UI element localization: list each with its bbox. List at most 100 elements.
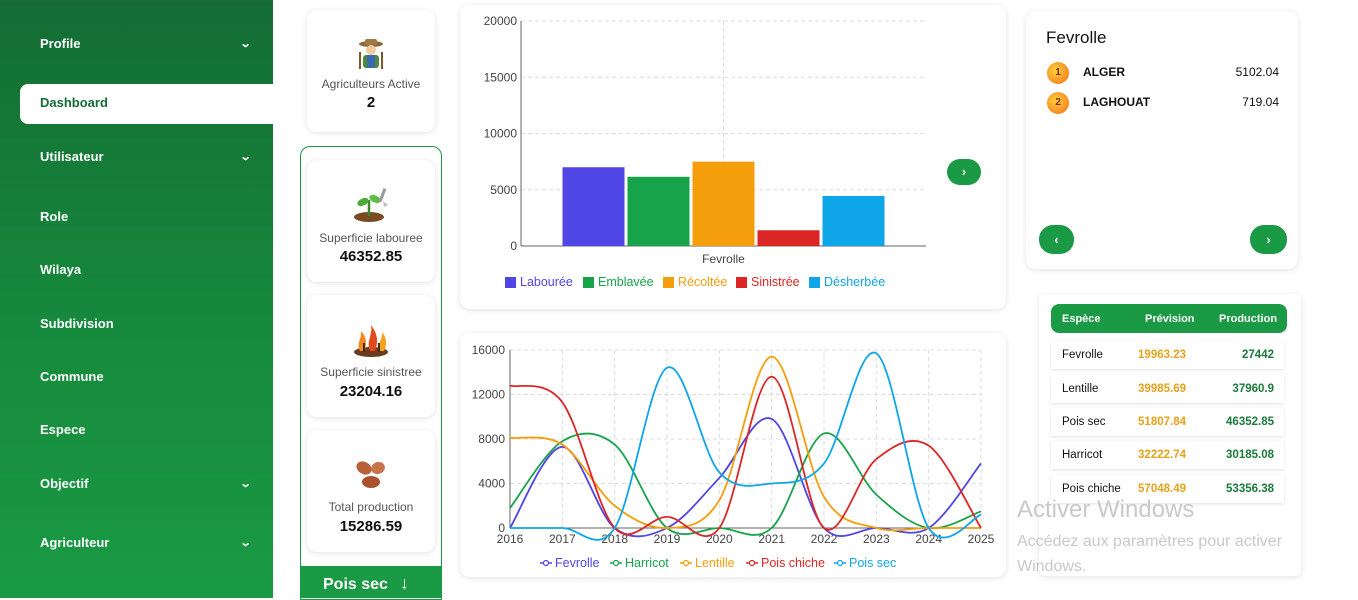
bar-emblavée <box>627 176 690 246</box>
stat-label: Superficie labouree <box>319 231 423 245</box>
stat-value: 46352.85 <box>339 248 403 265</box>
legend-marker <box>836 559 844 567</box>
next-chart-button[interactable]: › <box>947 159 981 185</box>
sidebar-item-label: Wilaya <box>40 262 82 277</box>
ranking-value: 719.04 <box>1242 95 1279 109</box>
bar-labourée <box>562 167 625 246</box>
cell-prevision: 39985.69 <box>1138 383 1186 395</box>
legend-label: Fevrolle <box>555 556 600 570</box>
bar-sinistrée <box>757 230 820 246</box>
ranking-next-button[interactable]: › <box>1250 225 1287 254</box>
cell-production: 37960.9 <box>1232 383 1274 395</box>
produce-icon <box>352 456 390 497</box>
cell-espece: Pois chiche <box>1062 483 1121 495</box>
bar-chart-card: 0 5000 10000 15000 20000 Fevrolle Labourée Embl… <box>460 5 1006 309</box>
bar-chart: 0 5000 10000 15000 20000 Fevrolle Labourée Embl… <box>484 14 926 289</box>
y-tick-label: 8000 <box>478 432 505 446</box>
sidebar-item-commune[interactable]: Commune <box>40 367 250 387</box>
legend-label: Lentille <box>695 556 735 570</box>
sidebar-item-agriculteur[interactable]: Agriculteur ⌄ <box>40 533 252 553</box>
cell-prevision: 32222.74 <box>1138 449 1186 461</box>
legend-label: Harricot <box>625 556 669 570</box>
activation-watermark-text: Accédez aux paramètres pour activer Wind… <box>1017 533 1283 575</box>
chevron-down-icon: ⌄ <box>239 151 252 163</box>
stat-card-superficie-labouree: Superficie labouree 46352.85 <box>307 160 435 282</box>
stat-label: Agriculteurs Active <box>321 77 421 91</box>
legend-swatch <box>736 277 747 288</box>
stat-card-agriculteurs: Agriculteurs Active 2 <box>307 10 435 132</box>
sidebar-item-utilisateur[interactable]: Utilisateur ⌄ <box>40 147 252 167</box>
cell-prevision: 51807.84 <box>1138 416 1186 428</box>
bar-désherbée <box>822 195 885 246</box>
x-tick-label: 2016 <box>497 532 524 546</box>
sidebar-item-role[interactable]: Role <box>40 207 250 227</box>
series-line-harricot <box>509 432 982 536</box>
y-tick-label: 15000 <box>484 70 518 84</box>
sidebar-item-profile[interactable]: Profile ⌄ <box>40 34 252 54</box>
cell-espece: Lentille <box>1062 383 1099 395</box>
wildfire-icon <box>352 321 390 362</box>
table-row: Harricot 32222.74 30185.08 <box>1051 441 1284 469</box>
ranking-prev-button[interactable]: ‹ <box>1039 225 1074 254</box>
chevron-down-icon: ⌄ <box>239 478 252 490</box>
y-tick-label: 4000 <box>478 477 505 491</box>
sidebar-item-espece[interactable]: Espece <box>40 420 250 440</box>
y-tick-label: 0 <box>510 239 517 253</box>
cell-espece: Harricot <box>1062 449 1103 461</box>
legend-label: Désherbée <box>824 275 885 289</box>
legend-label: Récoltée <box>678 275 727 289</box>
legend-label: Sinistrée <box>751 275 800 289</box>
chevron-down-icon: ⌄ <box>239 38 252 50</box>
stat-card-total-production: Total production 15286.59 <box>307 430 435 552</box>
table-row: Fevrolle 19963.23 27442 <box>1051 341 1284 369</box>
cell-production: 27442 <box>1242 349 1274 361</box>
table-header: Espèce Prévision Production <box>1051 304 1287 333</box>
sidebar-item-dashboard[interactable]: Dashboard <box>20 84 273 124</box>
column-header-production: Production <box>1219 313 1278 325</box>
x-tick-label: 2017 <box>549 532 576 546</box>
sidebar-item-label: Role <box>40 209 69 224</box>
legend-label: Pois chiche <box>761 556 825 570</box>
cell-espece: Pois sec <box>1062 416 1106 428</box>
series-line-fevrolle <box>509 417 982 538</box>
sidebar-item-label: Agriculteur <box>40 535 110 550</box>
sidebar-item-wilaya[interactable]: Wilaya <box>40 260 250 280</box>
legend-swatch <box>505 277 516 288</box>
sidebar-item-label: Objectif <box>40 476 89 491</box>
sidebar-item-label: Subdivision <box>40 316 114 331</box>
stat-value: 2 <box>366 94 376 111</box>
stat-card-superficie-sinistree: Superficie sinistree 23204.16 <box>307 295 435 417</box>
legend-label: Labourée <box>520 275 573 289</box>
cell-production: 53356.38 <box>1226 483 1274 495</box>
species-selector-label: Pois sec <box>323 576 388 593</box>
species-selector-button[interactable]: Pois sec ↓ <box>300 566 442 598</box>
y-tick-label: 10000 <box>484 127 518 141</box>
column-header-espece: Espèce <box>1062 313 1101 325</box>
x-tick-label: 2025 <box>968 532 995 546</box>
chevron-right-icon: › <box>961 164 967 179</box>
sidebar-item-objectif[interactable]: Objectif ⌄ <box>40 474 252 494</box>
legend-label: Pois sec <box>849 556 896 570</box>
sidebar-item-label: Espece <box>40 422 86 437</box>
sidebar-item-label: Dashboard <box>40 95 108 110</box>
sidebar-item-subdivision[interactable]: Subdivision <box>40 314 250 334</box>
ranking-name: ALGER <box>1083 65 1125 79</box>
cell-espece: Fevrolle <box>1062 349 1103 361</box>
rank-medal-icon: 1 <box>1047 62 1069 84</box>
y-tick-label: 5000 <box>490 183 517 197</box>
legend-marker <box>612 559 620 567</box>
sidebar-item-label: Commune <box>40 369 104 384</box>
chevron-down-icon: ⌄ <box>239 537 252 549</box>
x-tick-label: 2019 <box>654 532 681 546</box>
chevron-left-icon: ‹ <box>1054 232 1059 247</box>
rank-medal-icon: 2 <box>1047 92 1069 114</box>
sidebar: Profile ⌄ Dashboard Utilisateur ⌄ Role W… <box>0 0 273 598</box>
table-row: Lentille 39985.69 37960.9 <box>1051 375 1284 403</box>
stat-label: Total production <box>328 500 414 514</box>
table-row: Pois sec 51807.84 46352.85 <box>1051 408 1284 436</box>
cell-prevision: 19963.23 <box>1138 349 1186 361</box>
ranking-row: 2 LAGHOUAT 719.04 <box>1047 92 1279 114</box>
sidebar-item-label: Utilisateur <box>40 149 104 164</box>
line-chart: 04000800012000160002016 2017 2018 2019 2020 2… <box>472 343 995 570</box>
line-chart-card: 0 4000 8000 12000 16000 2016 2017 2018 2019 2020 2… <box>460 333 1006 577</box>
